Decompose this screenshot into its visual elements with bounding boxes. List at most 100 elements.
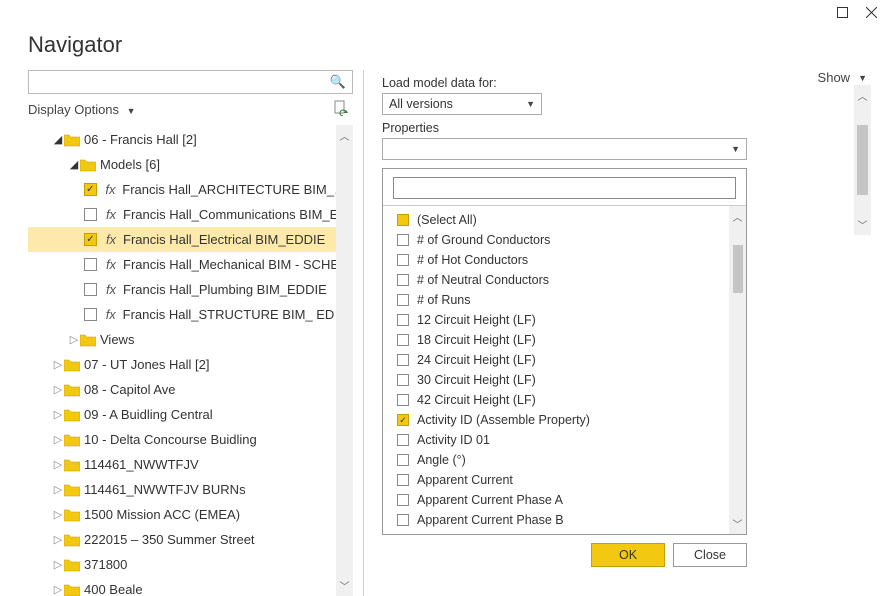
- tree-checkbox[interactable]: [84, 258, 97, 271]
- expander-icon[interactable]: ◢: [68, 158, 80, 171]
- property-checkbox[interactable]: [397, 394, 409, 406]
- property-item[interactable]: # of Runs: [383, 290, 729, 310]
- tree-item[interactable]: ▷09 - A Buidling Central: [28, 402, 353, 427]
- tree-item[interactable]: ▷400 Beale: [28, 577, 353, 596]
- tree-item[interactable]: fxFrancis Hall_STRUCTURE BIM_ EDDIE: [28, 302, 353, 327]
- scroll-up-icon[interactable]: ︿: [733, 206, 743, 227]
- expander-icon[interactable]: ▷: [52, 483, 64, 496]
- refresh-icon[interactable]: [333, 100, 349, 119]
- property-checkbox[interactable]: [397, 354, 409, 366]
- properties-search-input[interactable]: [394, 178, 735, 198]
- property-checkbox[interactable]: [397, 234, 409, 246]
- property-checkbox[interactable]: [397, 294, 409, 306]
- property-label: 42 Circuit Height (LF): [417, 393, 536, 407]
- property-item[interactable]: Apparent Current: [383, 470, 729, 490]
- tree-checkbox[interactable]: [84, 283, 97, 296]
- tree-item[interactable]: ▷10 - Delta Concourse Buidling: [28, 427, 353, 452]
- panel-scrollbar[interactable]: ︿ ﹀: [854, 85, 871, 235]
- expander-icon[interactable]: ▷: [52, 533, 64, 546]
- property-item[interactable]: Apparent Current Phase A: [383, 490, 729, 510]
- expander-icon[interactable]: ▷: [52, 558, 64, 571]
- expander-icon[interactable]: ▷: [52, 383, 64, 396]
- property-checkbox[interactable]: [397, 274, 409, 286]
- property-item[interactable]: # of Neutral Conductors: [383, 270, 729, 290]
- tree-item[interactable]: ▷371800: [28, 552, 353, 577]
- tree-scrollbar[interactable]: ︿ ﹀: [336, 125, 353, 596]
- show-menu[interactable]: Show ▼: [818, 70, 871, 85]
- tree-item[interactable]: ▷Views: [28, 327, 353, 352]
- tree-item[interactable]: fxFrancis Hall_Plumbing BIM_EDDIE: [28, 277, 353, 302]
- close-icon[interactable]: [866, 6, 877, 21]
- property-item[interactable]: Apparent Current Phase B: [383, 510, 729, 530]
- properties-scrollbar[interactable]: ︿ ﹀: [729, 206, 746, 534]
- display-options-dropdown[interactable]: Display Options ▼: [28, 102, 136, 117]
- property-item[interactable]: Angle (°): [383, 450, 729, 470]
- expander-icon[interactable]: ▷: [52, 433, 64, 446]
- load-model-dropdown[interactable]: All versions ▼: [382, 93, 542, 115]
- property-item[interactable]: # of Ground Conductors: [383, 230, 729, 250]
- property-checkbox[interactable]: [397, 414, 409, 426]
- search-icon[interactable]: 🔍: [330, 74, 346, 90]
- property-item[interactable]: Activity ID (Assemble Property): [383, 410, 729, 430]
- property-checkbox[interactable]: [397, 314, 409, 326]
- property-checkbox[interactable]: [397, 514, 409, 526]
- expander-icon[interactable]: ▷: [52, 358, 64, 371]
- scroll-down-icon[interactable]: ﹀: [340, 575, 350, 596]
- property-checkbox[interactable]: [397, 254, 409, 266]
- scroll-up-icon[interactable]: ︿: [340, 125, 350, 146]
- properties-dropdown[interactable]: ▼: [382, 138, 747, 160]
- search-input[interactable]: 🔍: [28, 70, 353, 94]
- tree-checkbox[interactable]: [84, 233, 97, 246]
- property-checkbox[interactable]: [397, 334, 409, 346]
- property-checkbox[interactable]: [397, 434, 409, 446]
- property-item[interactable]: Activity ID 01: [383, 430, 729, 450]
- property-checkbox[interactable]: [397, 374, 409, 386]
- tree-item[interactable]: fxFrancis Hall_Electrical BIM_EDDIE: [28, 227, 353, 252]
- tree-item[interactable]: ▷08 - Capitol Ave: [28, 377, 353, 402]
- tree-checkbox[interactable]: [84, 308, 97, 321]
- property-item[interactable]: 12 Circuit Height (LF): [383, 310, 729, 330]
- expander-icon[interactable]: ▷: [52, 408, 64, 421]
- properties-list[interactable]: (Select All)# of Ground Conductors# of H…: [383, 206, 729, 534]
- tree-item[interactable]: ◢06 - Francis Hall [2]: [28, 127, 353, 152]
- tree-label: Francis Hall_Electrical BIM_EDDIE: [123, 232, 325, 247]
- property-checkbox[interactable]: [397, 454, 409, 466]
- expander-icon[interactable]: ▷: [52, 583, 64, 596]
- tree-item[interactable]: ▷114461_NWWTFJV: [28, 452, 353, 477]
- property-item[interactable]: 30 Circuit Height (LF): [383, 370, 729, 390]
- expander-icon[interactable]: ▷: [68, 333, 80, 346]
- properties-search[interactable]: [393, 177, 736, 199]
- expander-icon[interactable]: ◢: [52, 133, 64, 146]
- scrollbar-thumb[interactable]: [857, 125, 868, 195]
- tree-item[interactable]: ▷222015 – 350 Summer Street: [28, 527, 353, 552]
- scrollbar-thumb[interactable]: [733, 245, 743, 293]
- scroll-down-icon[interactable]: ﹀: [733, 513, 743, 534]
- search-field[interactable]: [35, 74, 330, 91]
- tree-item[interactable]: fxFrancis Hall_Communications BIM_E...: [28, 202, 353, 227]
- property-checkbox[interactable]: [397, 214, 409, 226]
- navigator-tree[interactable]: ◢06 - Francis Hall [2]◢Models [6]fxFranc…: [28, 125, 353, 596]
- tree-item[interactable]: fxFrancis Hall_ARCHITECTURE BIM_20...: [28, 177, 353, 202]
- tree-item[interactable]: ◢Models [6]: [28, 152, 353, 177]
- maximize-icon[interactable]: [837, 6, 848, 21]
- property-item[interactable]: # of Hot Conductors: [383, 250, 729, 270]
- tree-checkbox[interactable]: [84, 208, 97, 221]
- property-item[interactable]: 24 Circuit Height (LF): [383, 350, 729, 370]
- close-button[interactable]: Close: [673, 543, 747, 567]
- scroll-up-icon[interactable]: ︿: [858, 85, 868, 106]
- tree-item[interactable]: ▷114461_NWWTFJV BURNs: [28, 477, 353, 502]
- property-item[interactable]: (Select All): [383, 210, 729, 230]
- tree-item[interactable]: ▷07 - UT Jones Hall [2]: [28, 352, 353, 377]
- expander-icon[interactable]: ▷: [52, 458, 64, 471]
- tree-item[interactable]: ▷1500 Mission ACC (EMEA): [28, 502, 353, 527]
- chevron-down-icon: ▼: [858, 73, 867, 83]
- property-item[interactable]: 18 Circuit Height (LF): [383, 330, 729, 350]
- expander-icon[interactable]: ▷: [52, 508, 64, 521]
- property-item[interactable]: 42 Circuit Height (LF): [383, 390, 729, 410]
- scroll-down-icon[interactable]: ﹀: [858, 214, 868, 235]
- ok-button[interactable]: OK: [591, 543, 665, 567]
- property-checkbox[interactable]: [397, 474, 409, 486]
- property-checkbox[interactable]: [397, 494, 409, 506]
- tree-item[interactable]: fxFrancis Hall_Mechanical BIM - SCHE...: [28, 252, 353, 277]
- tree-checkbox[interactable]: [84, 183, 97, 196]
